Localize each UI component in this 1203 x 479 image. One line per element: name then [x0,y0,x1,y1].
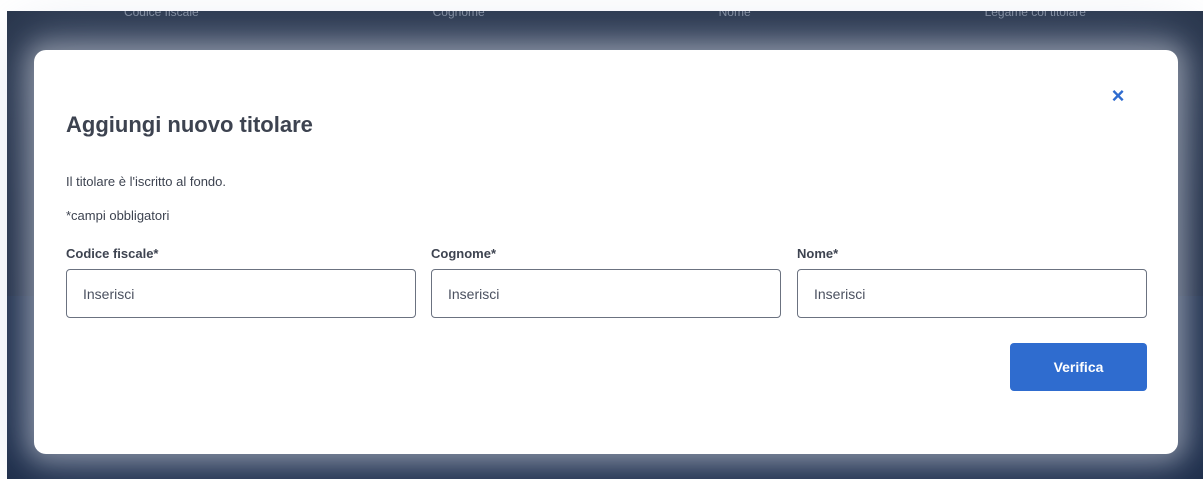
name-input[interactable] [797,269,1147,318]
modal-title: Aggiungi nuovo titolare [66,112,313,137]
background-header-item: Codice fiscale [123,11,199,19]
tax-code-field: Codice fiscale* [66,246,416,318]
close-icon[interactable]: × [1106,83,1130,108]
background-table-header: Codice fiscale Cognome Nome Legame col t… [7,11,1203,21]
name-field: Nome* [797,246,1147,318]
background-header-item: Legame col titolare [984,11,1086,19]
tax-code-input[interactable] [66,269,416,318]
background-header-item: Nome [718,11,751,19]
tax-code-label: Codice fiscale* [66,246,159,261]
background-header-item: Cognome [432,11,485,19]
surname-field: Cognome* [431,246,781,318]
surname-input[interactable] [431,269,781,318]
info-text: Il titolare è l'iscritto al fondo. [66,174,226,189]
surname-label: Cognome* [431,246,496,261]
verify-button[interactable]: Verifica [1010,343,1147,391]
required-fields-note: *campi obbligatori [66,208,170,223]
add-owner-modal: × Aggiungi nuovo titolare Il titolare è … [34,50,1178,454]
name-label: Nome* [797,246,839,261]
